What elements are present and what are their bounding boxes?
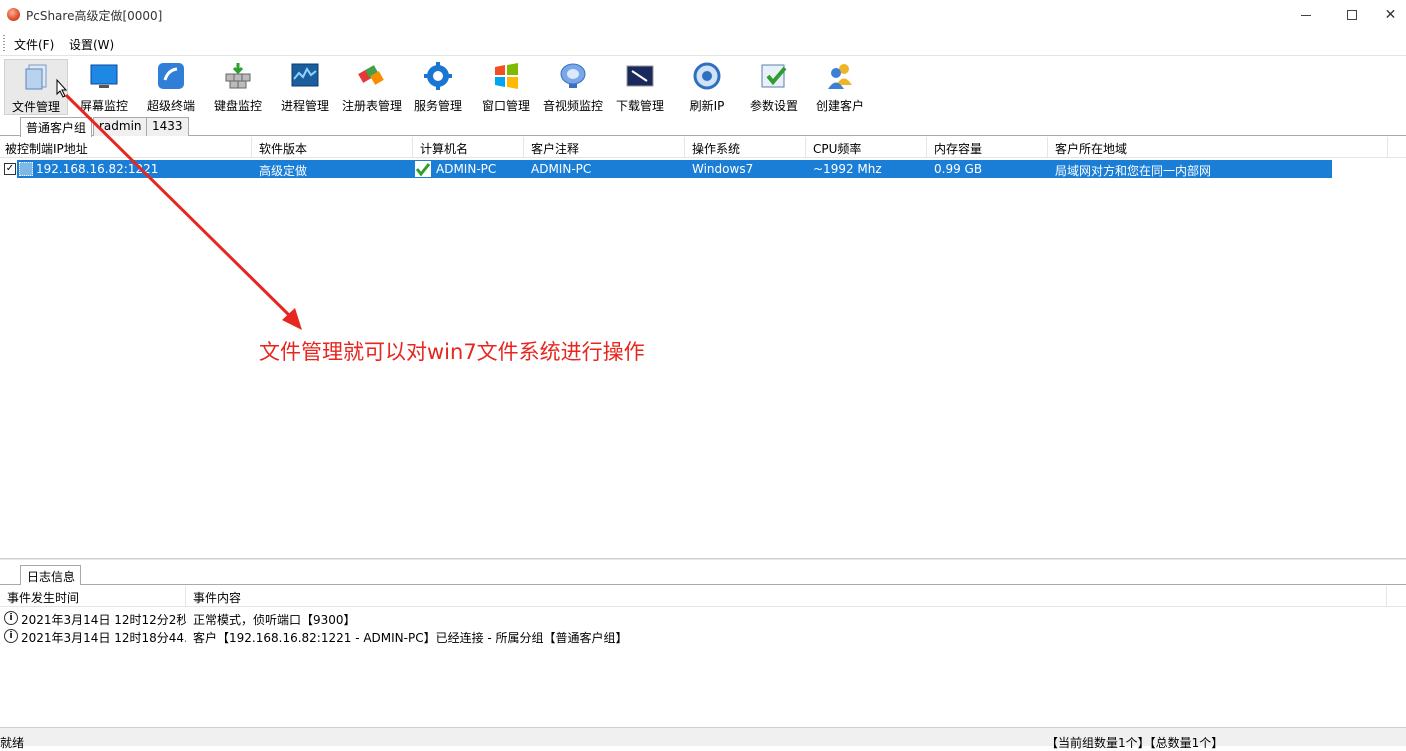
log-time: 2021年3月14日 12时12分2秒 [21,613,186,627]
client-memory: 0.99 GB [934,162,983,176]
client-cpu: ~1992 Mhz [813,162,882,176]
screen-monitor-button[interactable]: 屏幕监控 [72,59,136,115]
close-icon: ✕ [1384,7,1397,23]
log-message: 正常模式，侦听端口【9300】 [193,613,356,627]
maximize-button[interactable] [1329,0,1375,30]
process-manager-label: 进程管理 [280,99,329,113]
log-col-time[interactable]: 事件发生时间 [0,586,186,607]
status-ready: 就绪 [0,736,25,750]
minimize-icon [1301,14,1311,16]
registry-icon [358,65,384,85]
log-message: 客户【192.168.16.82:1221 - ADMIN-PC】已经连接 - … [193,631,628,645]
toolbar: 文件管理 屏幕监控 超级终端 键盘监控 进程管理 注册表管理 服务管理 窗口管理… [0,57,1406,117]
status-counts: 【当前组数量1个】【总数量1个】 [1046,736,1224,750]
client-version: 高级定做 [259,164,308,178]
terminal-button[interactable]: 超级终端 [139,59,203,115]
client-os: Windows7 [692,162,754,176]
menu-bar: 文件(F) 设置(W) [0,30,1406,56]
col-region[interactable]: 客户所在地域 [1048,137,1388,158]
panel-splitter[interactable] [0,558,1406,560]
log-table-header: 事件发生时间 事件内容 [0,586,1406,607]
close-button[interactable]: ✕ [1375,0,1406,30]
minimize-button[interactable] [1283,0,1329,30]
settings-check-icon [761,64,787,88]
menu-settings[interactable]: 设置(W) [69,36,114,53]
app-icon [7,8,20,21]
maximize-icon [1347,10,1357,20]
log-col-content[interactable]: 事件内容 [186,586,1387,607]
client-row[interactable]: ✓ 192.168.16.82:1221 高级定做 ADMIN-PC ADMIN… [0,160,1332,178]
terminal-label: 超级终端 [146,99,195,113]
service-manager-label: 服务管理 [413,99,462,113]
col-os[interactable]: 操作系统 [685,137,806,158]
client-note: ADMIN-PC [531,162,592,176]
refresh-ip-label: 刷新IP [689,99,725,113]
client-ip: 192.168.16.82:1221 [36,162,159,176]
tab-log[interactable]: 日志信息 [20,565,82,585]
webcam-icon [560,63,586,88]
log-list: i 2021年3月14日 12时12分2秒 正常模式，侦听端口【9300】 i … [0,607,1406,727]
col-version[interactable]: 软件版本 [252,137,413,158]
online-check-icon [415,161,431,177]
download-manager-button[interactable]: 下载管理 [608,59,672,115]
av-monitor-button[interactable]: 音视频监控 [541,59,605,115]
refresh-icon [693,62,721,90]
log-tabs: 日志信息 [0,565,1406,585]
col-cpu[interactable]: CPU频率 [806,137,927,158]
col-ip[interactable]: 被控制端IP地址 [0,137,252,158]
col-note[interactable]: 客户注释 [524,137,685,158]
param-settings-button[interactable]: 参数设置 [742,59,806,115]
window-manager-button[interactable]: 窗口管理 [474,59,538,115]
download-icon [626,65,654,87]
refresh-ip-button[interactable]: 刷新IP [675,59,739,115]
keyboard-monitor-button[interactable]: 键盘监控 [206,59,270,115]
screen-monitor-icon [90,64,118,88]
file-manager-icon [25,64,47,90]
client-table-header: 被控制端IP地址 软件版本 计算机名 客户注释 操作系统 CPU频率 内存容量 … [0,137,1406,158]
tab-radmin[interactable]: radmin [93,117,148,136]
file-manager-button[interactable]: 文件管理 [4,59,68,115]
file-manager-label: 文件管理 [11,100,60,114]
client-computer: ADMIN-PC [436,162,497,176]
windows-logo-icon [495,63,518,89]
service-manager-button[interactable]: 服务管理 [406,59,470,115]
menu-grip [3,35,5,51]
registry-label: 注册表管理 [341,99,402,113]
registry-button[interactable]: 注册表管理 [340,59,404,115]
info-icon: i [4,629,18,643]
process-manager-button[interactable]: 进程管理 [273,59,337,115]
download-manager-label: 下载管理 [615,99,664,113]
client-checkbox[interactable]: ✓ [4,163,16,175]
log-time: 2021年3月14日 12时18分44... [21,631,186,645]
status-bar: 就绪 【当前组数量1个】【总数量1个】 [0,727,1406,750]
tab-normal-group[interactable]: 普通客户组 [20,117,93,137]
param-settings-label: 参数设置 [749,99,798,113]
process-manager-icon [291,63,319,87]
annotation-text: 文件管理就可以对win7文件系统进行操作 [259,340,645,364]
client-list: ✓ 192.168.16.82:1221 高级定做 ADMIN-PC ADMIN… [0,158,1406,558]
screen-monitor-label: 屏幕监控 [79,99,128,113]
service-gear-icon [424,62,452,90]
menu-file[interactable]: 文件(F) [14,36,54,53]
group-tabs: 普通客户组 radmin 1433 [0,117,1406,137]
window-title: PcShare高级定做[0000] [26,9,163,23]
keyboard-monitor-label: 键盘监控 [213,99,262,113]
create-client-button[interactable]: 创建客户 [808,59,872,115]
tab-1433[interactable]: 1433 [146,117,189,136]
col-memory[interactable]: 内存容量 [927,137,1048,158]
client-region: 局域网对方和您在同一内部网 [1055,164,1212,178]
keyboard-monitor-icon [225,63,251,89]
terminal-icon [158,63,184,89]
users-icon [828,64,852,89]
create-client-label: 创建客户 [815,99,864,113]
info-icon: i [4,611,18,625]
title-bar: PcShare高级定做[0000] ✕ [0,0,1406,30]
window-manager-label: 窗口管理 [481,99,530,113]
log-row[interactable]: i 2021年3月14日 12时12分2秒 正常模式，侦听端口【9300】 [0,609,1406,627]
computer-icon [19,162,33,176]
av-monitor-label: 音视频监控 [542,99,603,113]
log-row[interactable]: i 2021年3月14日 12时18分44... 客户【192.168.16.8… [0,627,1406,645]
col-computer[interactable]: 计算机名 [413,137,524,158]
